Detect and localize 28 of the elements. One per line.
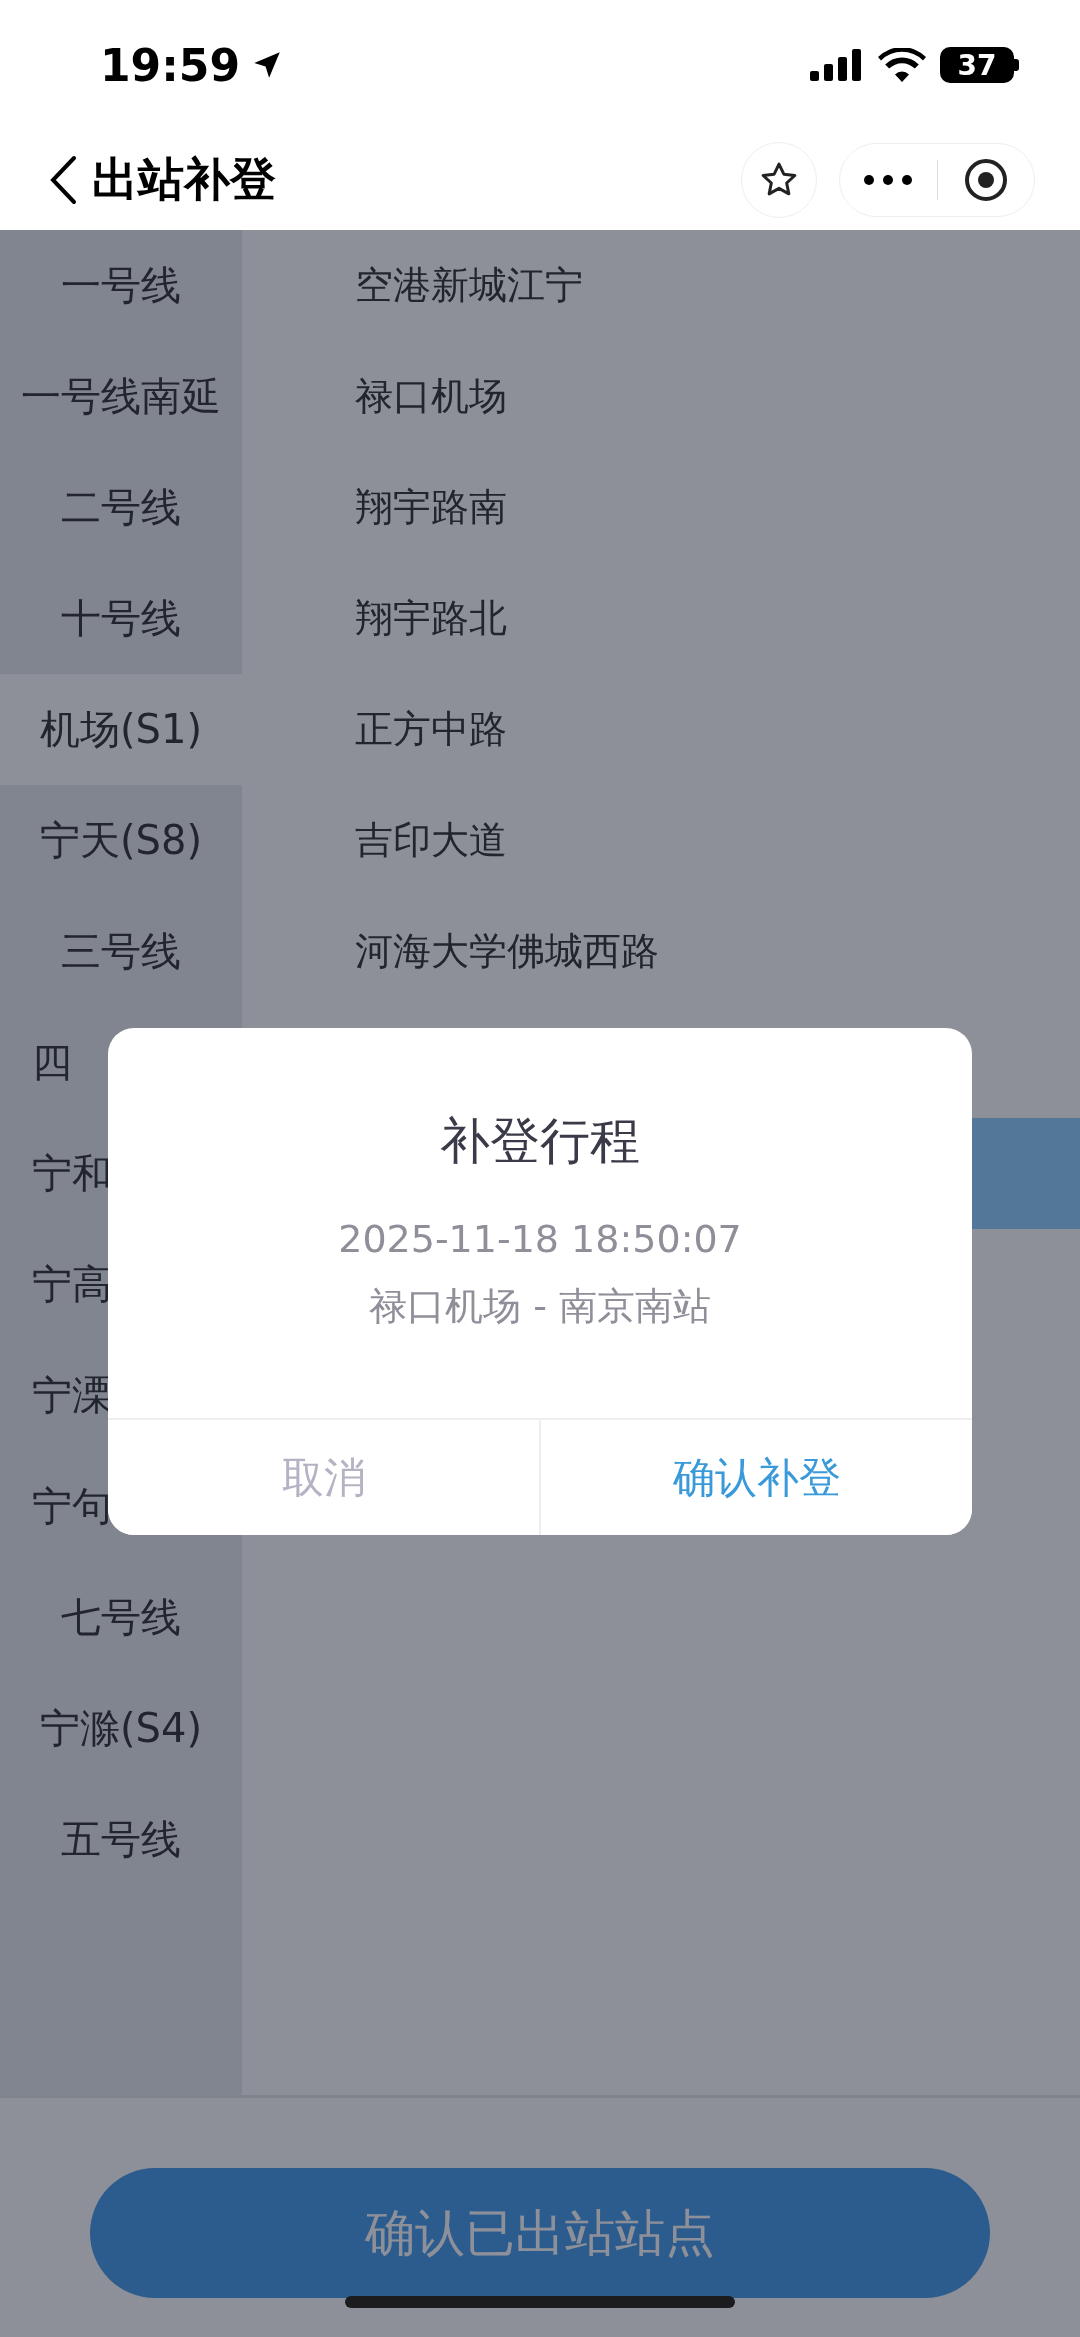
line-tab[interactable]: 一号线南延 bbox=[0, 341, 242, 452]
station-item[interactable]: 翔宇路北 bbox=[242, 563, 1080, 674]
line-tab[interactable]: 七号线 bbox=[0, 1562, 242, 1673]
wifi-icon bbox=[878, 48, 926, 82]
station-item[interactable]: 正方中路 bbox=[242, 674, 1080, 785]
station-item[interactable]: 翔宇路南 bbox=[242, 452, 1080, 563]
line-tab[interactable]: 机场(S1) bbox=[0, 674, 242, 785]
line-tab[interactable]: 二号线 bbox=[0, 452, 242, 563]
close-icon[interactable] bbox=[962, 157, 1009, 203]
page-title: 出站补登 bbox=[92, 151, 277, 208]
station-item[interactable]: 禄口机场 bbox=[242, 341, 1080, 452]
signal-icon bbox=[810, 49, 864, 81]
line-tab[interactable]: 十号线 bbox=[0, 563, 242, 674]
trip-route: 禄口机场 - 南京南站 bbox=[368, 1283, 712, 1330]
more-icon[interactable] bbox=[863, 174, 914, 186]
line-tab[interactable]: 五号线 bbox=[0, 1784, 242, 1895]
back-icon[interactable] bbox=[48, 155, 78, 205]
station-item[interactable]: 空港新城江宁 bbox=[242, 230, 1080, 341]
station-item[interactable]: 吉印大道 bbox=[242, 785, 1080, 896]
trip-time: 2025-11-18 18:50:07 bbox=[337, 1217, 743, 1261]
line-tab[interactable]: 一号线 bbox=[0, 230, 242, 341]
station-item[interactable]: 河海大学佛城西路 bbox=[242, 896, 1080, 1007]
dialog-title: 补登行程 bbox=[439, 1111, 641, 1172]
line-tab[interactable]: 三号线 bbox=[0, 896, 242, 1007]
line-tab[interactable]: 宁天(S8) bbox=[0, 785, 242, 896]
confirm-exit-button[interactable]: 确认已出站站点 bbox=[90, 2168, 990, 2298]
status-time: 19:59 bbox=[100, 39, 241, 91]
line-tab[interactable]: 宁滁(S4) bbox=[0, 1673, 242, 1784]
